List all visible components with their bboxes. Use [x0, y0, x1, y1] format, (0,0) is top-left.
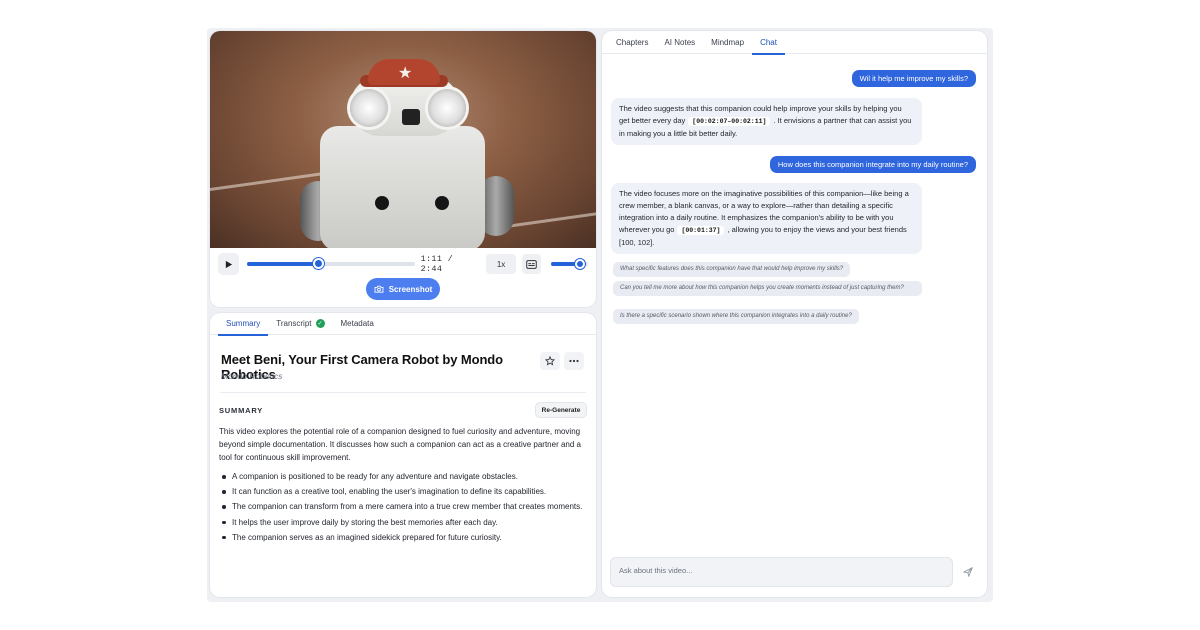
tab-label: Metadata: [340, 319, 374, 328]
captions-icon: [526, 259, 537, 269]
play-icon: [225, 260, 232, 268]
send-icon: [963, 567, 973, 577]
video-player-card: ★ 1:11 / 2:44 1x Screenshot: [210, 31, 596, 307]
assistant-message: The video focuses more on the imaginativ…: [611, 183, 922, 254]
hat-star-icon: ★: [398, 63, 413, 82]
chat-card: Chapters AI Notes Mindmap Chat Wil it he…: [602, 31, 987, 597]
suggested-question[interactable]: Is there a specific scenario shown where…: [613, 309, 859, 324]
video-frame[interactable]: ★: [210, 31, 596, 248]
captions-button[interactable]: [521, 254, 541, 274]
suggested-question[interactable]: What specific features does this compani…: [613, 262, 851, 277]
floor-stripe: [510, 207, 596, 228]
tab-label: Summary: [226, 319, 261, 328]
star-icon: [545, 356, 555, 366]
check-icon: ✓: [315, 319, 325, 328]
list-item: It helps the user improve daily by stori…: [219, 515, 587, 530]
screenshot-button[interactable]: Screenshot: [366, 278, 440, 300]
summary-tabs: Summary Transcript ✓ Metadata: [210, 313, 596, 336]
screenshot-label: Screenshot: [388, 284, 433, 294]
robot-eye: [350, 89, 388, 127]
summary-bullets: A companion is positioned to be ready fo…: [219, 469, 587, 545]
robot-dot: [435, 196, 449, 210]
list-item: The companion serves as an imagined side…: [219, 530, 587, 545]
robot-camera-lens: [402, 109, 420, 125]
time-display: 1:11 / 2:44: [420, 254, 454, 274]
play-button[interactable]: [218, 253, 239, 275]
send-button[interactable]: [961, 565, 975, 579]
regenerate-button[interactable]: Re-Generate: [535, 402, 587, 418]
summary-paragraph: This video explores the potential role o…: [219, 427, 581, 462]
tab-chapters[interactable]: Chapters: [608, 31, 656, 54]
robot-body: [320, 126, 485, 248]
timestamp-link[interactable]: [00:02:07–00:02:11]: [688, 117, 771, 126]
chat-tabs: Chapters AI Notes Mindmap Chat: [602, 31, 987, 55]
tab-chat[interactable]: Chat: [752, 31, 785, 55]
list-item: It can function as a creative tool, enab…: [219, 484, 587, 499]
progress-handle[interactable]: [313, 258, 325, 269]
volume-slider[interactable]: [550, 259, 588, 269]
tab-mindmap[interactable]: Mindmap: [703, 31, 752, 54]
robot-eye: [428, 89, 466, 127]
list-item: The companion can transform from a mere …: [219, 499, 587, 514]
divider: [220, 392, 586, 393]
tab-summary[interactable]: Summary: [218, 313, 269, 336]
more-options-button[interactable]: [564, 352, 584, 370]
playback-speed-button[interactable]: 1x: [486, 254, 516, 274]
tab-transcript[interactable]: Transcript ✓: [268, 313, 332, 335]
summary-heading: SUMMARY: [219, 406, 264, 415]
suggested-question[interactable]: Can you tell me more about how this comp…: [613, 281, 922, 296]
assistant-message: The video suggests that this companion c…: [611, 98, 922, 145]
camera-icon: [374, 285, 384, 293]
video-author: Mondo Robotics: [221, 371, 283, 381]
user-message: How does this companion integrate into m…: [769, 156, 976, 173]
player-controls: 1:11 / 2:44 1x: [218, 253, 588, 275]
chat-input[interactable]: Ask about this video...: [610, 557, 953, 587]
tab-ai-notes[interactable]: AI Notes: [656, 31, 703, 54]
volume-handle[interactable]: [575, 259, 586, 269]
timestamp-link[interactable]: [00:01:37]: [677, 226, 725, 235]
summary-card: Summary Transcript ✓ Metadata Meet Beni, …: [210, 313, 596, 597]
tab-metadata[interactable]: Metadata: [333, 313, 382, 335]
progress-bar[interactable]: [246, 258, 415, 269]
progress-fill: [246, 262, 319, 266]
tab-label: Transcript: [276, 319, 312, 328]
robot-dot: [375, 196, 389, 210]
user-message: Wil it help me improve my skills?: [851, 70, 976, 87]
list-item: A companion is positioned to be ready fo…: [219, 469, 587, 484]
favorite-button[interactable]: [540, 352, 560, 370]
more-icon: [569, 359, 579, 363]
